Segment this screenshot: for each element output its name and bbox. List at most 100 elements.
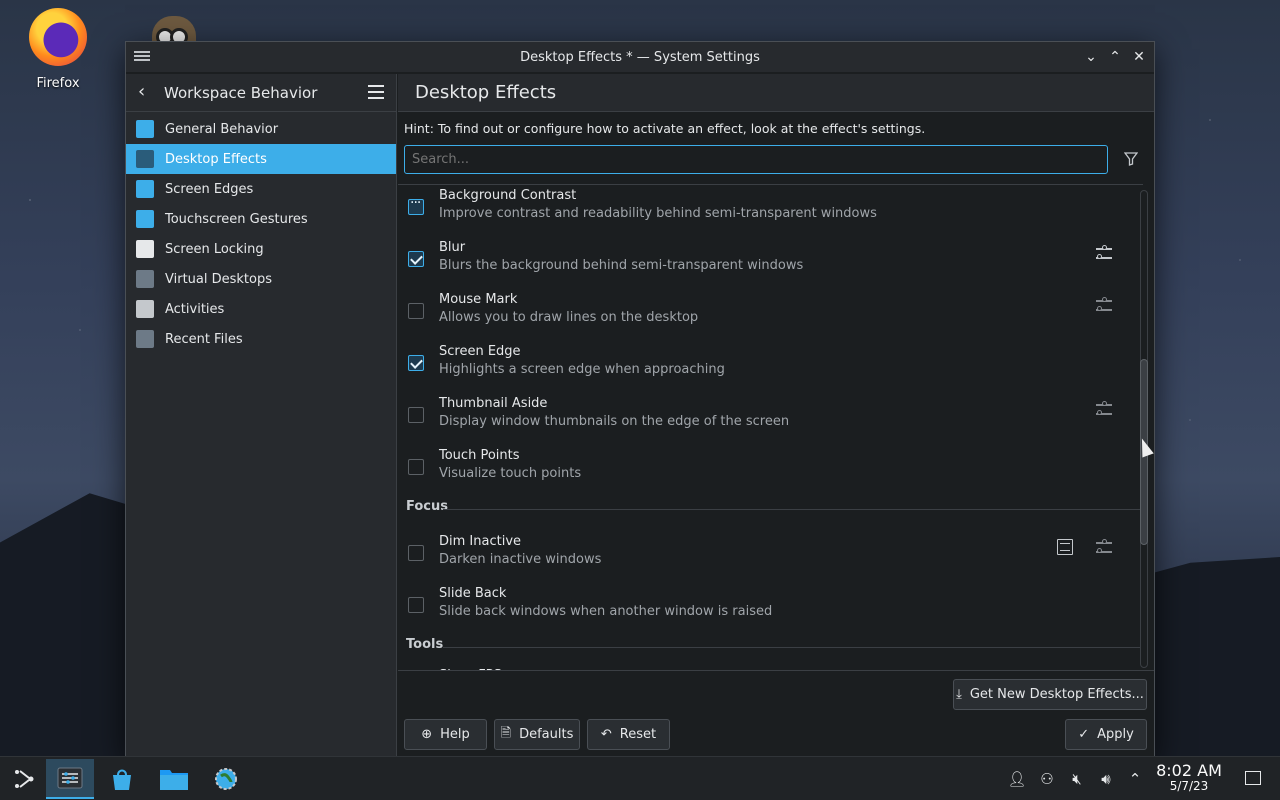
effect-name: Thumbnail Aside [439,396,548,411]
footer-divider [398,670,1154,671]
effect-description: Allows you to draw lines on the desktop [439,310,699,325]
effect-checkbox[interactable] [408,459,424,475]
reset-button[interactable]: ↶ Reset [587,719,670,750]
configure-icon[interactable] [1096,401,1112,417]
effect-checkbox[interactable] [408,251,424,267]
scrollbar[interactable] [1140,190,1148,668]
sidebar-item-label: Recent Files [165,331,243,347]
user-icon[interactable]: 👤︎ [1007,769,1027,789]
effect-checkbox[interactable] [408,545,424,561]
sidebar-item-label: Screen Edges [165,181,254,197]
effect-checkbox[interactable] [408,407,424,423]
taskbar-panel: 👤︎ ⚇ 🔇︎ 🔊︎ ⌃ 8:02 AM 5/7/23 [0,756,1280,800]
titlebar[interactable]: Desktop Effects * — System Settings ⌄ ⌃ … [126,42,1154,73]
effect-checkbox[interactable] [408,355,424,371]
screen-edges-icon [136,180,154,198]
apply-button[interactable]: ✓ Apply [1065,719,1147,750]
effect-name: Mouse Mark [439,292,518,307]
taskbar-globe-settings[interactable] [202,759,250,799]
effect-row: Thumbnail Aside Display window thumbnails… [398,396,1128,451]
effect-description: Slide back windows when another window i… [439,604,773,619]
effect-checkbox[interactable] [408,303,424,319]
preview-video-icon[interactable] [1057,539,1073,555]
search-input[interactable] [404,145,1108,174]
taskbar-discover[interactable] [98,759,146,799]
configure-icon[interactable] [1096,539,1112,555]
effect-row: Mouse Mark Allows you to draw lines on th… [398,292,1128,347]
effect-description: Darken inactive windows [439,552,602,567]
hamburger-menu-icon[interactable] [368,85,384,99]
effect-name: Dim Inactive [439,534,522,549]
effect-name: Slide Back [439,586,507,601]
effect-name: Screen Edge [439,344,521,359]
back-arrow-icon[interactable]: ‹ [138,82,154,101]
undo-icon: ↶ [600,727,612,742]
page-title: Desktop Effects [398,74,1154,112]
download-icon: ⤓ [956,687,962,702]
sidebar-item-label: Activities [165,301,225,317]
sidebar-item[interactable]: Touchscreen Gestures [126,204,396,234]
sidebar-header: ‹ Workspace Behavior [126,74,396,112]
effect-row: Background Contrast Improve contrast and … [398,188,1128,243]
category-header: Tools [406,637,444,652]
effect-description: Blurs the background behind semi-transpa… [439,258,804,273]
get-new-effects-button[interactable]: ⤓ Get New Desktop Effects... [953,679,1147,710]
defaults-label: Defaults [519,727,574,742]
gimp-icon[interactable] [152,16,196,46]
sidebar-item[interactable]: General Behavior [126,114,396,144]
effect-row: Screen Edge Highlights a screen edge when… [398,344,1128,399]
help-button[interactable]: ⊕ Help [404,719,487,750]
close-button[interactable]: ✕ [1130,46,1148,68]
effect-checkbox[interactable] [408,195,424,215]
clock-date: 5/7/23 [1169,779,1209,793]
desktop-icon-label: Firefox [36,76,80,91]
show-desktop-icon[interactable] [1245,771,1261,785]
sidebar-list: General Behavior Desktop Effects Screen Ed… [126,112,396,354]
effect-row: Dim Inactive Darken inactive windows [398,534,1128,589]
effect-name: Blur [439,240,466,255]
minimize-button[interactable]: ⌄ [1082,46,1100,68]
configure-icon[interactable] [1096,297,1112,313]
category-divider [443,647,1141,648]
effect-description: Improve contrast and readability behind … [439,206,877,221]
clock-icon [136,330,154,348]
sidebar: ‹ Workspace Behavior General Behavior Des… [126,74,397,756]
app-launcher-button[interactable] [0,759,48,799]
help-label: Help [440,727,470,742]
app-launcher-icon [15,770,34,788]
sidebar-item[interactable]: Desktop Effects [126,144,396,174]
category-divider [443,509,1141,510]
window-menu-icon[interactable] [134,49,150,63]
hint-text: Hint: To find out or configure how to ac… [404,121,926,136]
tray-expand-icon[interactable]: ⌃ [1125,769,1145,789]
mic-muted-icon[interactable]: 🔇︎ [1067,769,1087,789]
effect-checkbox[interactable] [408,597,424,613]
sidebar-item[interactable]: Recent Files [126,324,396,354]
clock[interactable]: 8:02 AM 5/7/23 [1154,761,1224,793]
discover-icon [113,769,131,790]
filter-icon[interactable] [1124,152,1138,166]
sidebar-item[interactable]: Virtual Desktops [126,264,396,294]
firefox-icon [29,8,87,66]
effect-description: Visualize touch points [439,466,582,481]
sidebar-item-label: Touchscreen Gestures [165,211,308,227]
effect-description: Display window thumbnails on the edge of… [439,414,790,429]
dolphin-icon [160,770,188,790]
volume-icon[interactable]: 🔊︎ [1096,769,1116,789]
sidebar-item[interactable]: Activities [126,294,396,324]
sidebar-item[interactable]: Screen Edges [126,174,396,204]
defaults-button[interactable]: 🗎 Defaults [494,719,580,750]
desktop-icon-firefox[interactable]: Firefox [22,8,94,91]
sidebar-item-label: Virtual Desktops [165,271,272,287]
taskbar-dolphin[interactable] [150,759,198,799]
maximize-button[interactable]: ⌃ [1106,46,1124,68]
touch-gestures-icon [136,210,154,228]
user-switch-icon[interactable]: ⚇ [1037,769,1057,789]
sidebar-item[interactable]: Screen Locking [126,234,396,264]
taskbar-system-settings[interactable] [46,759,94,799]
globe-settings-icon [215,768,237,790]
configure-icon[interactable] [1096,245,1112,261]
document-icon: 🗎 [500,725,512,741]
help-icon: ⊕ [421,727,433,742]
window-title: Desktop Effects * — System Settings [520,49,760,65]
